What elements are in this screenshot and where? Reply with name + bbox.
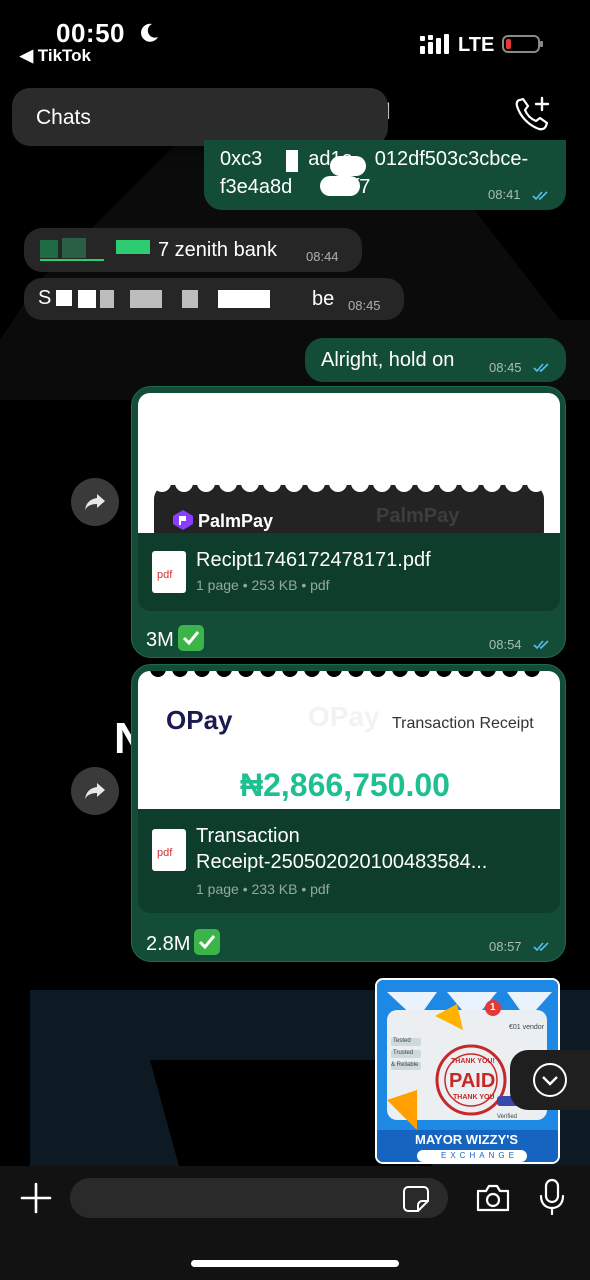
message-text-start: S bbox=[38, 287, 52, 309]
flyer-tag: Trusted bbox=[393, 1050, 414, 1056]
redaction bbox=[330, 156, 366, 176]
outgoing-message[interactable]: 0xc3ad1e012df503c3cbce- f3e4a8d49ff7 08:… bbox=[204, 140, 566, 210]
status-time: 00:50 bbox=[56, 18, 125, 48]
document-filename: Recipt1746172478171.pdf bbox=[196, 549, 431, 571]
redaction bbox=[78, 290, 96, 308]
redaction-underline bbox=[40, 259, 104, 261]
read-ticks-icon bbox=[532, 191, 548, 201]
palmpay-brand: PalmPay bbox=[198, 511, 274, 531]
document-preview: OPay OPay Transaction Receipt ₦2,866,750… bbox=[138, 671, 560, 809]
redaction bbox=[62, 238, 86, 258]
message-time: 08:45 bbox=[489, 360, 522, 375]
moon-icon bbox=[141, 23, 158, 42]
document-meta: 1 page • 253 KB • pdf bbox=[196, 577, 330, 593]
incoming-message[interactable]: S be 08:45 bbox=[24, 278, 404, 320]
message-time: 08:45 bbox=[348, 298, 381, 313]
redaction bbox=[116, 240, 150, 254]
flyer-title: MAYOR WIZZY'S bbox=[415, 1132, 519, 1147]
redaction bbox=[56, 290, 72, 306]
cellular-signal-icon bbox=[420, 34, 449, 54]
forward-arrow-icon bbox=[85, 783, 105, 799]
flyer-badge-count: 1 bbox=[490, 1002, 496, 1013]
message-text: Alright, hold on bbox=[321, 349, 455, 371]
microphone-icon[interactable] bbox=[538, 1178, 566, 1216]
opay-brand: OPay bbox=[166, 705, 233, 735]
redaction bbox=[218, 290, 270, 308]
flyer-tag: Tested bbox=[393, 1038, 411, 1044]
back-to-app-link[interactable]: ◀ TikTok bbox=[20, 46, 91, 66]
home-indicator bbox=[191, 1260, 399, 1267]
document-meta: 1 page • 233 KB • pdf bbox=[196, 881, 330, 897]
palmpay-watermark: PalmPay bbox=[376, 505, 460, 527]
scroll-to-bottom-button[interactable] bbox=[510, 1050, 590, 1110]
message-text: 0xc3 ad1e 012df503c3cbce- bbox=[220, 148, 529, 170]
battery-low-icon bbox=[502, 35, 543, 53]
receipt-scallop-edge bbox=[150, 671, 540, 677]
chevron-down-circle-icon bbox=[533, 1063, 567, 1097]
forward-arrow-icon bbox=[85, 494, 105, 510]
document-filename-line2: Receipt-250502020100483584... bbox=[196, 851, 488, 873]
message-time: 08:54 bbox=[489, 637, 522, 652]
message-text: 7 zenith bank bbox=[158, 239, 277, 261]
flyer-stamp-bottom: THANK YOU bbox=[453, 1094, 495, 1101]
message-text-end: be bbox=[312, 288, 335, 310]
document-message[interactable]: OPay OPay Transaction Receipt ₦2,866,750… bbox=[131, 664, 566, 962]
document-caption: 2.8M bbox=[146, 929, 221, 956]
message-input[interactable] bbox=[70, 1178, 448, 1218]
message-time: 08:57 bbox=[489, 939, 522, 954]
pdf-file-icon: pdf bbox=[152, 551, 186, 593]
flyer-stamp: PAID bbox=[449, 1070, 496, 1092]
redaction bbox=[182, 290, 198, 308]
redaction bbox=[286, 150, 298, 172]
palmpay-logo-icon bbox=[173, 510, 193, 530]
check-mark-icon bbox=[177, 625, 204, 651]
outgoing-message[interactable]: Alright, hold on 08:45 bbox=[305, 338, 566, 382]
document-info: pdf Recipt1746172478171.pdf 1 page • 253… bbox=[138, 533, 560, 611]
document-filename-line1: Transaction bbox=[196, 825, 300, 847]
add-call-icon[interactable] bbox=[512, 94, 552, 134]
document-info: pdf Transaction Receipt-2505020201004835… bbox=[138, 809, 560, 913]
back-to-chats-button[interactable]: Chats bbox=[12, 88, 388, 146]
read-ticks-icon bbox=[533, 942, 549, 952]
message-time: 08:44 bbox=[306, 249, 339, 264]
redaction bbox=[130, 290, 162, 308]
receipt-scallop-edge bbox=[154, 475, 544, 492]
redaction bbox=[100, 290, 114, 308]
status-bar: 00:50 ◀ TikTok LTE bbox=[0, 0, 590, 90]
flyer-stamp-top: THANK YOU! bbox=[451, 1058, 495, 1065]
flyer-vendor-label: €01 vendor bbox=[509, 1024, 545, 1031]
flyer-subtitle: EXCHANGE bbox=[441, 1151, 518, 1160]
sticker-icon[interactable] bbox=[402, 1185, 430, 1213]
chats-label: Chats bbox=[36, 106, 91, 129]
read-ticks-icon bbox=[533, 640, 549, 650]
document-message[interactable]: PalmPay PalmPay pdf Recipt1746172478171.… bbox=[131, 386, 566, 658]
plus-icon[interactable] bbox=[20, 1182, 52, 1214]
pdf-file-icon: pdf bbox=[152, 829, 186, 871]
incoming-message[interactable]: 7 zenith bank 08:44 bbox=[24, 228, 362, 272]
forward-button[interactable] bbox=[71, 767, 119, 815]
camera-icon[interactable] bbox=[475, 1183, 511, 1213]
receipt-heading: Transaction Receipt bbox=[392, 715, 534, 732]
flyer-verified: Verified bbox=[497, 1114, 518, 1120]
document-preview: PalmPay PalmPay bbox=[138, 393, 560, 533]
check-mark-icon bbox=[194, 929, 221, 955]
forward-button[interactable] bbox=[71, 478, 119, 526]
document-caption: 3M bbox=[146, 625, 204, 652]
read-ticks-icon bbox=[533, 363, 549, 373]
message-time: 08:41 bbox=[488, 187, 521, 202]
redaction bbox=[40, 240, 58, 258]
flyer-tag: & Reliable bbox=[391, 1062, 419, 1068]
transaction-amount: ₦2,866,750.00 bbox=[240, 767, 450, 803]
opay-watermark: OPay bbox=[308, 701, 380, 732]
network-type: LTE bbox=[458, 34, 495, 56]
redaction bbox=[320, 176, 360, 196]
